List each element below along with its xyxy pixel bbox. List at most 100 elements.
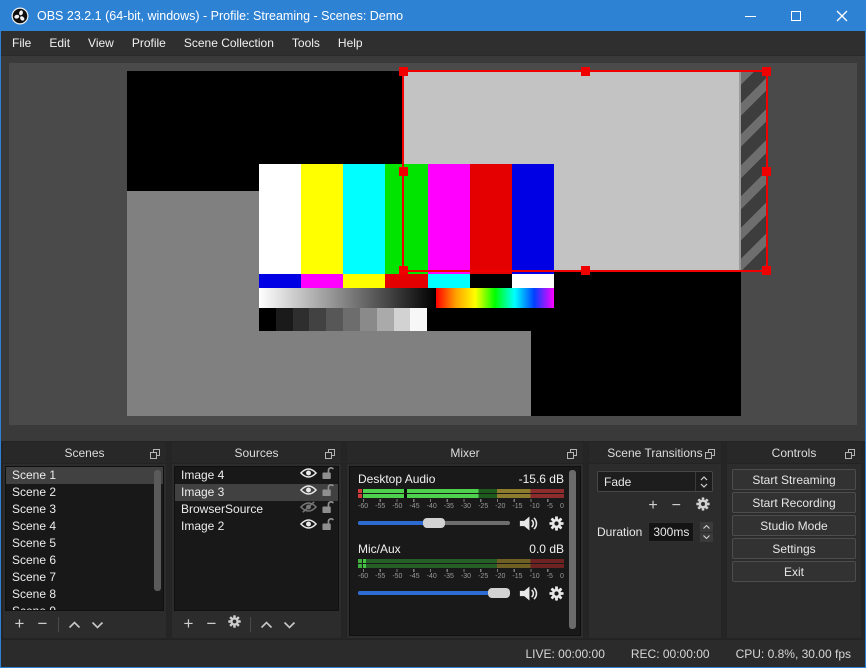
cpu-fps: CPU: 0.8%, 30.00 fps [735,646,851,661]
popout-icon[interactable] [705,447,716,465]
volume-slider[interactable] [358,587,511,599]
maximize-button[interactable] [773,1,819,31]
resize-handle-top-center[interactable] [580,67,590,76]
move-source-up-button[interactable] [255,613,278,635]
visibility-off-icon[interactable] [299,501,318,518]
audio-settings-gear-icon[interactable] [548,585,565,602]
workspace [1,56,865,441]
statusbar: LIVE: 00:00:00 REC: 00:00:00 CPU: 0.8%, … [1,639,865,667]
scene-row[interactable]: Scene 2 [6,484,163,501]
source-properties-gear-icon[interactable] [223,613,246,635]
resize-handle-bottom-center[interactable] [580,266,590,275]
menu-tools[interactable]: Tools [283,31,329,56]
scene-row[interactable]: Scene 3 [6,501,163,518]
popout-icon[interactable] [150,447,161,465]
channel-level-db: -15.6 dB [518,472,564,486]
add-scene-button[interactable]: + [8,613,31,635]
studio-mode-button[interactable]: Studio Mode [732,515,856,536]
visibility-icon[interactable] [299,467,318,484]
resize-handle-middle-right[interactable] [762,166,771,176]
remove-transition-button[interactable]: − [672,497,681,515]
transitions-dock-header[interactable]: Scene Transitions [589,442,721,464]
scene-label: Scene 6 [12,553,57,567]
menu-profile[interactable]: Profile [123,31,175,56]
volume-meter [358,559,564,568]
transition-properties-gear-icon[interactable] [695,496,711,517]
exit-button[interactable]: Exit [732,561,856,582]
scenes-dock: Scenes Scene 1 Scene 2 Scene 3 Scene 4 S… [2,441,167,639]
scrollbar-thumb[interactable] [154,470,161,592]
mixer-dock: Mixer Desktop Audio -15.6 dB -60 -55 -50… [346,441,584,639]
scenes-title: Scenes [64,445,105,460]
menu-help[interactable]: Help [329,31,372,56]
move-scene-up-button[interactable] [63,613,86,635]
start-recording-button[interactable]: Start Recording [732,492,856,513]
scene-row[interactable]: Scene 8 [6,586,163,603]
scenes-dock-header[interactable]: Scenes [3,442,166,464]
popout-icon[interactable] [567,447,578,465]
menu-file[interactable]: File [3,31,40,56]
colorbars-castellation-row [259,274,554,288]
scene-label: Scene 9 [12,604,57,611]
source-row[interactable]: Image 4 [175,467,338,484]
scene-row[interactable]: Scene 7 [6,569,163,586]
transition-select[interactable]: Fade [597,471,713,492]
lock-open-icon[interactable] [322,517,334,536]
resize-handle-top-right[interactable] [762,67,771,76]
resize-handle-top-left[interactable] [399,67,408,76]
resize-handle-middle-left[interactable] [399,166,408,176]
scene-row[interactable]: Scene 9 [6,603,163,611]
source-row[interactable]: Image 2 [175,518,338,535]
slider-handle[interactable] [423,518,445,528]
menubar: File Edit View Profile Scene Collection … [1,31,865,56]
resize-handle-bottom-right[interactable] [762,266,771,275]
mixer-dock-header[interactable]: Mixer [347,442,583,464]
maximize-icon [791,11,801,21]
menu-edit[interactable]: Edit [40,31,79,56]
move-source-down-button[interactable] [278,613,301,635]
remove-scene-button[interactable]: − [31,613,54,635]
menu-view[interactable]: View [79,31,123,56]
menu-scene-collection[interactable]: Scene Collection [175,31,283,56]
mixer-scrollbar[interactable] [568,468,577,634]
add-transition-button[interactable]: + [648,497,657,515]
speaker-icon[interactable] [519,585,539,602]
scene-row[interactable]: Scene 6 [6,552,163,569]
move-scene-down-button[interactable] [86,613,109,635]
sources-title: Sources [234,445,279,460]
scenes-scrollbar[interactable] [153,468,162,609]
source-row[interactable]: Image 3 [175,484,338,501]
preview-area[interactable] [9,63,857,425]
minimize-button[interactable] [727,1,773,31]
selection-outline[interactable] [399,67,771,275]
visibility-icon[interactable] [299,518,318,535]
close-icon [836,10,848,22]
start-streaming-button[interactable]: Start Streaming [732,469,856,490]
slider-handle[interactable] [488,588,511,598]
popout-icon[interactable] [845,447,856,465]
close-button[interactable] [819,1,865,31]
visibility-icon[interactable] [299,484,318,501]
duration-decrement-button[interactable] [700,532,713,542]
audio-settings-gear-icon[interactable] [548,515,565,532]
add-source-button[interactable]: + [177,613,200,635]
volume-slider[interactable] [358,517,510,529]
duration-input[interactable]: 300ms [648,522,695,542]
mixer-channel-mic-aux: Mic/Aux 0.0 dB -60 -55 -50 -45 -40 -35 -30 -2… [358,542,564,604]
source-row[interactable]: BrowserSource [175,501,338,518]
sources-dock-header[interactable]: Sources [172,442,341,464]
scene-row[interactable]: Scene 1 [6,467,163,484]
scene-row[interactable]: Scene 4 [6,518,163,535]
remove-source-button[interactable]: − [200,613,223,635]
channel-name: Desktop Audio [358,472,436,486]
duration-increment-button[interactable] [700,522,713,532]
scene-label: Scene 8 [12,587,57,601]
scene-label: Scene 3 [12,502,57,516]
scene-row[interactable]: Scene 5 [6,535,163,552]
popout-icon[interactable] [325,447,336,465]
controls-dock-header[interactable]: Controls [727,442,861,464]
settings-button[interactable]: Settings [732,538,856,559]
resize-handle-bottom-left[interactable] [399,266,408,275]
live-time: LIVE: 00:00:00 [525,646,605,661]
speaker-icon[interactable] [519,515,539,532]
